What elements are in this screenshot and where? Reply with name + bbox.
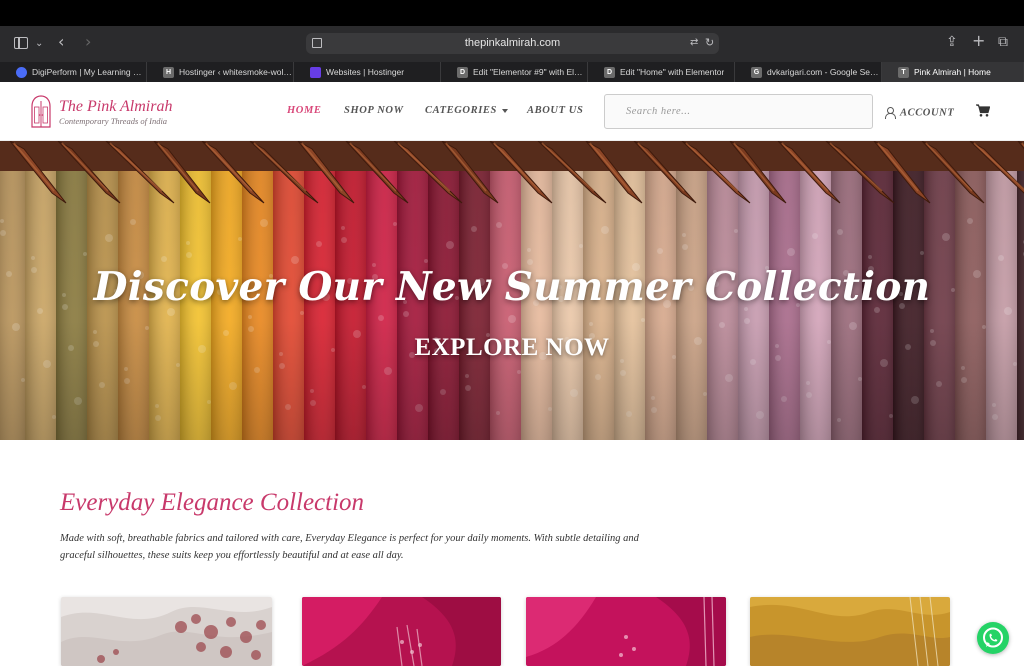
chevron-down-icon[interactable]: ⌄ <box>35 37 43 51</box>
back-icon[interactable]: ‹ <box>58 34 64 50</box>
whatsapp-icon <box>983 627 1003 648</box>
collection-title: Everyday Elegance Collection <box>60 489 365 516</box>
tab-pink-almirah[interactable]: T Pink Almirah | Home <box>882 62 1024 82</box>
almirah-logo-icon[interactable] <box>30 95 52 128</box>
tab-google-search[interactable]: G dvkarigari.com - Google Sea… <box>735 62 882 82</box>
product-image <box>750 597 950 666</box>
websites-favicon-icon <box>310 66 321 78</box>
product-card[interactable] <box>750 597 950 666</box>
address-bar[interactable]: thepinkalmirah.com ⇄ ↻ <box>306 33 719 54</box>
logo-title[interactable]: The Pink Almirah <box>59 98 172 116</box>
account-link[interactable]: ACCOUNT <box>885 104 954 122</box>
tab-label: DigiPerform | My Learning Plan <box>32 67 146 77</box>
hostinger-favicon-icon: H <box>163 66 174 78</box>
user-icon <box>885 107 896 120</box>
product-image <box>61 597 272 666</box>
elementor-favicon-icon: D <box>457 66 468 78</box>
account-label: ACCOUNT <box>900 107 955 119</box>
product-image <box>526 597 726 666</box>
new-tab-icon[interactable]: + <box>972 33 985 49</box>
nav-shop-now[interactable]: SHOP NOW <box>344 105 404 116</box>
tab-label: dvkarigari.com - Google Sea… <box>767 67 881 77</box>
product-image <box>302 597 501 666</box>
tab-label: Edit "Elementor #9" with Ele… <box>473 67 587 77</box>
forward-icon[interactable]: › <box>85 34 91 50</box>
reload-icon[interactable]: ↻ <box>705 36 714 49</box>
translate-icon[interactable]: ⇄ <box>690 37 698 48</box>
collection-description: Made with soft, breathable fabrics and t… <box>60 533 639 561</box>
caret-down-icon <box>501 108 508 113</box>
product-card[interactable] <box>302 597 501 666</box>
tab-label: Pink Almirah | Home <box>914 67 991 77</box>
cart-icon[interactable] <box>976 104 990 117</box>
tab-websites-hostinger[interactable]: Websites | Hostinger <box>294 62 441 82</box>
tab-overview-icon[interactable]: ⧉ <box>998 35 1008 49</box>
nav-about-us[interactable]: ABOUT US <box>527 105 583 116</box>
google-favicon-icon: G <box>751 66 762 78</box>
tab-edit-elementor-9[interactable]: D Edit "Elementor #9" with Ele… <box>441 62 588 82</box>
digiperform-favicon-icon <box>16 66 27 78</box>
pink-almirah-favicon-icon: T <box>898 66 909 78</box>
tab-edit-home[interactable]: D Edit "Home" with Elementor <box>588 62 735 82</box>
logo-subtitle: Contemporary Threads of India <box>59 116 168 126</box>
sidebar-toggle-icon[interactable] <box>14 37 28 49</box>
whatsapp-button[interactable] <box>977 622 1009 654</box>
tab-hostinger[interactable]: H Hostinger ‹ whitesmoke-wol… <box>147 62 294 82</box>
tab-label: Websites | Hostinger <box>326 67 405 77</box>
nav-categories[interactable]: CATEGORIES <box>425 105 508 116</box>
nav-categories-label: CATEGORIES <box>425 105 497 116</box>
address-url: thepinkalmirah.com <box>464 37 561 49</box>
explore-now-button[interactable]: EXPLORE NOW <box>0 334 1024 362</box>
tab-strip: DigiPerform | My Learning Plan H Hosting… <box>0 62 1024 82</box>
tab-label: Hostinger ‹ whitesmoke-wol… <box>179 67 292 77</box>
product-card[interactable] <box>526 597 726 666</box>
elementor-favicon-icon: D <box>604 66 615 78</box>
menu-bar-strip <box>0 0 1024 26</box>
search-input[interactable] <box>605 95 872 128</box>
product-card[interactable] <box>61 597 272 666</box>
share-icon[interactable]: ⇪ <box>946 35 958 49</box>
tab-label: Edit "Home" with Elementor <box>620 67 725 77</box>
nav-home[interactable]: HOME <box>287 105 322 116</box>
search-box <box>604 94 873 129</box>
hero-title: Discover Our New Summer Collection <box>93 264 931 310</box>
tab-digiperform[interactable]: DigiPerform | My Learning Plan <box>0 62 147 82</box>
